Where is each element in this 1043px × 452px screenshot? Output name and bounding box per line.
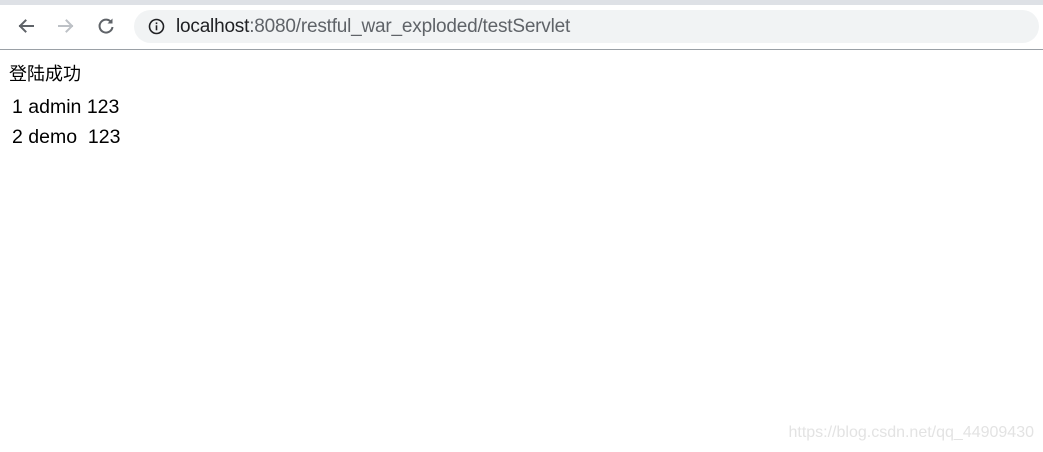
forward-arrow-icon: [58, 19, 74, 33]
page-content: 登陆成功 1 admin 123 2 demo 123: [9, 63, 120, 152]
user-row: 1 admin 123: [9, 92, 120, 122]
url-path: :8080/restful_war_exploded/testServlet: [249, 16, 571, 37]
user-row: 2 demo 123: [9, 122, 120, 152]
url-host: localhost: [176, 16, 250, 37]
reload-button[interactable]: [91, 11, 121, 41]
back-button[interactable]: [11, 11, 41, 41]
user-password: 123: [86, 96, 120, 118]
user-id: 2: [12, 126, 23, 148]
login-success-message: 登陆成功: [9, 64, 81, 85]
address-bar[interactable]: localhost:8080/restful_war_exploded/test…: [134, 10, 1039, 43]
back-arrow-icon: [18, 19, 34, 33]
browser-toolbar: localhost:8080/restful_war_exploded/test…: [0, 5, 1043, 50]
user-password: 123: [87, 126, 121, 148]
reload-icon: [98, 18, 114, 34]
user-id: 1: [12, 96, 23, 118]
url-text[interactable]: localhost:8080/restful_war_exploded/test…: [176, 10, 570, 43]
watermark: https://blog.csdn.net/qq_44909430: [788, 424, 1034, 441]
forward-button[interactable]: [51, 11, 81, 41]
info-icon[interactable]: [148, 18, 165, 35]
user-list: 1 admin 123 2 demo 123: [9, 92, 120, 152]
user-name: admin: [28, 96, 82, 118]
user-name: demo: [28, 126, 78, 148]
